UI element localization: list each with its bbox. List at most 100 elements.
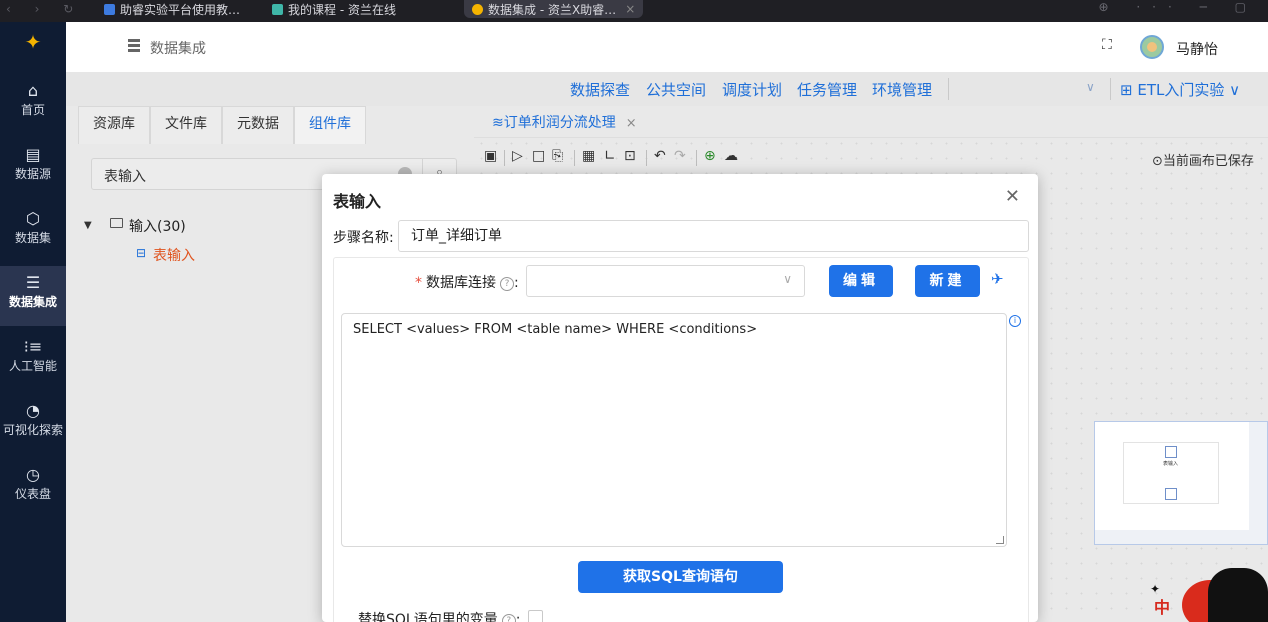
table-input-dialog: 表输入 ✕ 步骤名称: 订单_详细订单 * 数据库连接?: ∨ 编辑 新建 ✈ S… (322, 174, 1038, 622)
toolbar-divider (646, 150, 647, 166)
sidebar-item-label: 数据集成 (8, 295, 57, 309)
get-sql-button[interactable]: 获取SQL查询语句 (578, 561, 783, 593)
search-value: 表输入 (104, 169, 146, 185)
app-logo-icon (472, 3, 483, 15)
close-icon[interactable]: × (626, 116, 637, 131)
mascot-widget[interactable]: ✦ 中 (1148, 566, 1268, 622)
chevron-down-icon[interactable]: ∨ (1086, 80, 1095, 94)
close-icon[interactable]: ✕ (1005, 186, 1020, 207)
menu-item-data-explore[interactable]: 数据探查 (570, 79, 630, 100)
sql-editor[interactable]: SELECT <values> FROM <table name> WHERE … (341, 313, 1007, 547)
minimap-node-label: 表输入 (1163, 461, 1179, 467)
browser-nav-icons[interactable]: ‹ › ↻ (6, 2, 83, 16)
align-icon[interactable]: ▦ (582, 148, 595, 164)
tab-metadata[interactable]: 元数据 (222, 106, 294, 144)
chevron-down-icon: ∨ (783, 272, 792, 286)
editor-tab-bar: ≋订单利润分流处理 × (474, 106, 1268, 138)
sidebar-item-ai[interactable]: ⁝≡ 人工智能 (0, 330, 66, 390)
folder-icon (110, 218, 123, 228)
check-circle-icon: ⊙ (1152, 154, 1163, 169)
browser-tab-label: 助睿实验平台使用教… (120, 2, 241, 17)
fullscreen-icon[interactable]: ⛶ (1102, 37, 1112, 53)
menu-item-schedule[interactable]: 调度计划 (722, 79, 782, 100)
lock-icon[interactable]: ⊕ (704, 148, 716, 164)
sidebar-item-home[interactable]: ⌂ 首页 (0, 74, 66, 134)
pie-chart-icon: ◔ (26, 401, 40, 420)
replace-variables-text: 替换SQL语句里的变量 (358, 612, 498, 622)
avatar[interactable] (1140, 35, 1164, 59)
editor-toolbar: ▣ ▷ □ ⎘ ▦ ∟ ⊡ ↶ ↷ ⊕ ☁ ⊙当前画布已保存 (474, 146, 1268, 172)
sidebar-item-dashboard[interactable]: ◷ 仪表盘 (0, 458, 66, 518)
new-connection-button[interactable]: 新建 (915, 265, 980, 297)
browser-tab-1[interactable]: 助睿实验平台使用教… (104, 0, 240, 18)
log-icon[interactable]: ⊡ (624, 148, 636, 164)
minimap-viewport: 表输入 (1095, 422, 1249, 530)
table-input-icon: ⊟ (136, 246, 147, 260)
project-board-icon: ⊞ (1120, 81, 1138, 99)
integration-server-icon: ☰ (25, 273, 41, 292)
replace-variables-label: 替换SQL语句里的变量?: (358, 609, 520, 622)
app-logo-icon[interactable]: ✦ (0, 30, 66, 54)
cloud-upload-icon[interactable]: ☁ (724, 148, 738, 164)
sidebar-item-visual-explore[interactable]: ◔ 可视化探索 (0, 394, 66, 454)
tab-flow-editor[interactable]: ≋订单利润分流处理 × (492, 112, 637, 132)
flow-icon: ≋ (492, 115, 504, 131)
project-name: ETL入门实验 (1137, 81, 1225, 99)
project-selector[interactable]: ⊞ ETL入门实验 ∨ (1120, 79, 1240, 100)
replace-variables-checkbox[interactable] (528, 610, 543, 622)
tab-component-library[interactable]: 组件库 (294, 106, 366, 144)
document-icon (104, 3, 115, 15)
chart-line-icon[interactable]: ∟ (604, 148, 616, 164)
top-header: 数据集成 ⛶ 马静怡 (66, 22, 1268, 72)
help-icon[interactable]: ? (501, 614, 516, 622)
tree-item-table-input[interactable]: 表输入 (153, 245, 195, 265)
resize-grip-icon[interactable] (996, 536, 1004, 544)
canvas-minimap[interactable]: 表输入 (1094, 421, 1268, 545)
menu-item-task-management[interactable]: 任务管理 (797, 79, 857, 100)
menu-item-env-management[interactable]: 环境管理 (872, 79, 932, 100)
sidebar-item-datasource[interactable]: ▤ 数据源 (0, 138, 66, 198)
help-icon[interactable]: ? (500, 277, 514, 291)
required-mark: * (415, 275, 422, 291)
db-connection-label: * 数据库连接?: (415, 275, 519, 291)
toolbar-divider (696, 150, 697, 166)
browser-tab-label: 我的课程 - 资兰在线 (288, 2, 396, 17)
dialog-title: 表输入 (333, 192, 382, 211)
wizard-icon[interactable]: ✈ (991, 270, 1004, 288)
layers-icon (272, 3, 283, 15)
save-status: ⊙当前画布已保存 (1152, 150, 1254, 169)
tab-file-library[interactable]: 文件库 (150, 106, 222, 144)
stop-icon[interactable]: □ (532, 148, 545, 164)
db-connection-select[interactable]: ∨ (526, 265, 805, 297)
window-controls[interactable]: ⊕ ··· ─ ▢ (1098, 0, 1258, 14)
sidebar-item-label: 数据集 (14, 231, 51, 245)
browser-tab-3[interactable]: 数据集成 - 资兰X助睿… × (464, 0, 644, 18)
caret-down-icon[interactable]: ▼ (84, 220, 92, 231)
sidebar-item-dataset[interactable]: ⬡ 数据集 (0, 202, 66, 262)
tree-folder-input[interactable]: 输入(30) (129, 216, 186, 236)
panel-tabs: 资源库 文件库 元数据 组件库 (78, 106, 366, 144)
sidebar-item-label: 首页 (20, 103, 45, 117)
preview-icon[interactable]: ⎘ (552, 148, 563, 164)
database-source-icon: ▤ (25, 145, 41, 164)
close-tab-icon[interactable]: × (625, 2, 635, 16)
browser-tab-label: 数据集成 - 资兰X助睿… (488, 2, 617, 17)
ai-icon: ⁝≡ (23, 337, 43, 356)
editor-tab-label: 订单利润分流处理 (503, 115, 616, 131)
tab-resource-library[interactable]: 资源库 (78, 106, 150, 144)
info-icon[interactable]: i (1009, 315, 1021, 327)
run-icon[interactable]: ▷ (512, 148, 523, 164)
menu-item-public-space[interactable]: 公共空间 (646, 79, 706, 100)
step-name-input[interactable]: 订单_详细订单 (398, 220, 1029, 252)
menu-divider (1110, 78, 1111, 100)
redo-icon[interactable]: ↷ (674, 148, 686, 164)
save-icon[interactable]: ▣ (484, 148, 497, 164)
sidebar-item-label: 数据源 (14, 167, 51, 181)
sidebar-item-integration[interactable]: ☰ 数据集成 (0, 266, 66, 326)
save-status-text: 当前画布已保存 (1162, 154, 1254, 169)
undo-icon[interactable]: ↶ (654, 148, 666, 164)
browser-tab-2[interactable]: 我的课程 - 资兰在线 (272, 0, 396, 18)
toolbar-divider (504, 150, 505, 166)
user-name[interactable]: 马静怡 (1176, 39, 1218, 59)
edit-connection-button[interactable]: 编辑 (829, 265, 893, 297)
